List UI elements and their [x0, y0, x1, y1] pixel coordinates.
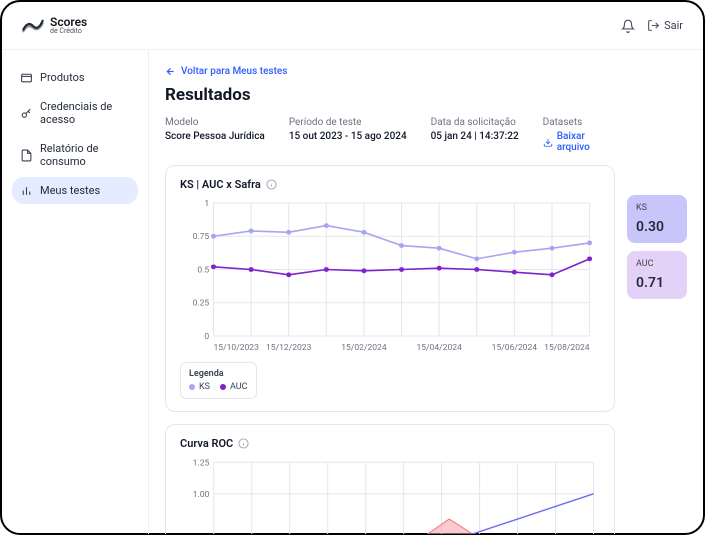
sidebar-item-credenciais[interactable]: Credenciais de acesso — [12, 93, 138, 133]
logout-icon — [647, 19, 660, 32]
sidebar: Produtos Credenciais de acesso Relatório… — [2, 50, 149, 534]
stat-auc-label: AUC — [636, 259, 678, 269]
legend-title: Legenda — [189, 369, 248, 379]
logout-label: Sair — [664, 19, 683, 32]
download-button[interactable]: Baixar arquivo — [543, 131, 615, 153]
svg-text:0.25: 0.25 — [193, 299, 210, 309]
ks-auc-chart-card: KS | AUC x Safra 0 0.25 0.5 0.75 1 15/10/2023… — [165, 165, 615, 412]
meta-requested-label: Data da solicitação — [431, 117, 519, 128]
svg-text:15/04/2024: 15/04/2024 — [416, 343, 462, 353]
meta-datasets-label: Datasets — [543, 117, 615, 128]
svg-text:0.75: 0.75 — [193, 232, 210, 242]
info-icon[interactable] — [266, 179, 277, 190]
document-icon — [20, 149, 33, 162]
chart-legend: Legenda KS AUC — [180, 362, 257, 399]
app-header: Scores de Crédito Sair — [2, 2, 703, 50]
meta-row: Modelo Score Pessoa Jurídica Período de … — [165, 117, 615, 153]
sidebar-item-label: Relatório de consumo — [40, 142, 130, 168]
svg-text:15/08/2024: 15/08/2024 — [544, 343, 590, 353]
roc-chart-title: Curva ROC — [180, 437, 600, 450]
notifications-button[interactable] — [621, 19, 635, 33]
roc-chart-card: Curva ROC 1.00 1.25 — [165, 424, 615, 534]
legend-item-auc: AUC — [220, 382, 248, 392]
svg-text:1: 1 — [204, 199, 209, 209]
sidebar-item-relatorio[interactable]: Relatório de consumo — [12, 135, 138, 175]
sidebar-item-produtos[interactable]: Produtos — [12, 64, 138, 91]
stat-ks-label: KS — [636, 203, 678, 213]
page-title: Resultados — [165, 85, 615, 105]
back-label: Voltar para Meus testes — [181, 66, 287, 77]
svg-text:0: 0 — [204, 332, 209, 342]
sidebar-item-label: Credenciais de acesso — [40, 100, 130, 126]
download-label: Baixar arquivo — [557, 131, 615, 153]
ks-auc-chart-title: KS | AUC x Safra — [180, 178, 600, 191]
stat-card-ks: KS 0.30 — [627, 195, 687, 243]
svg-text:15/12/2023: 15/12/2023 — [266, 343, 312, 353]
sidebar-item-meus-testes[interactable]: Meus testes — [12, 177, 138, 204]
meta-period-label: Período de teste — [289, 117, 407, 128]
svg-text:15/10/2023: 15/10/2023 — [214, 343, 260, 353]
logout-button[interactable]: Sair — [647, 19, 683, 32]
stats-column: KS 0.30 AUC 0.71 — [627, 167, 687, 534]
svg-text:15/06/2024: 15/06/2024 — [492, 343, 538, 353]
sidebar-item-label: Meus testes — [40, 184, 100, 197]
roc-chart: 1.00 1.25 — [190, 458, 600, 534]
meta-requested-value: 05 jan 24 | 14:37:22 — [431, 131, 519, 142]
arrow-left-icon — [165, 66, 176, 77]
back-link[interactable]: Voltar para Meus testes — [165, 66, 287, 77]
logo-icon — [22, 19, 44, 33]
stat-ks-value: 0.30 — [636, 219, 678, 235]
stat-auc-value: 0.71 — [636, 275, 678, 291]
brand-logo: Scores de Crédito — [22, 16, 87, 35]
key-icon — [20, 107, 33, 120]
info-icon[interactable] — [238, 438, 249, 449]
box-icon — [20, 71, 33, 84]
svg-text:1.25: 1.25 — [193, 459, 210, 469]
sidebar-item-label: Produtos — [40, 71, 85, 84]
stat-card-auc: AUC 0.71 — [627, 251, 687, 299]
meta-period-value: 15 out 2023 - 15 ago 2024 — [289, 131, 407, 142]
legend-item-ks: KS — [189, 382, 210, 392]
bell-icon — [621, 19, 635, 33]
svg-text:15/02/2024: 15/02/2024 — [341, 343, 387, 353]
ks-auc-chart: 0 0.25 0.5 0.75 1 15/10/2023 15/12/2023 15/02/2… — [190, 199, 596, 354]
meta-model-value: Score Pessoa Jurídica — [165, 131, 265, 142]
download-icon — [543, 137, 553, 148]
bar-chart-icon — [20, 184, 33, 197]
brand-subtitle: de Crédito — [50, 28, 87, 35]
meta-model-label: Modelo — [165, 117, 265, 128]
svg-text:1.00: 1.00 — [193, 490, 210, 500]
svg-text:0.5: 0.5 — [197, 266, 209, 276]
